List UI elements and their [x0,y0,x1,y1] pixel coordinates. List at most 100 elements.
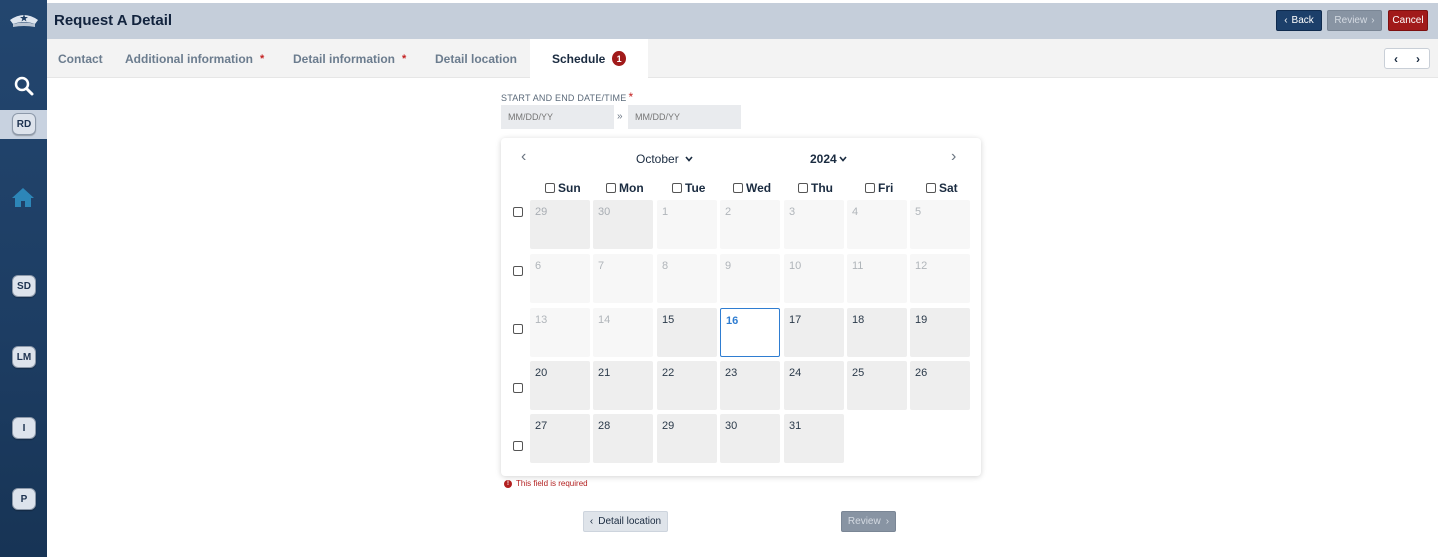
field-error-message: ! This field is required [504,479,588,488]
cancel-button-label: Cancel [1392,15,1424,26]
chevron-left-icon: ‹ [589,516,594,527]
review-button-label: Review [847,516,881,527]
tab-label: Detail location [435,51,518,66]
calendar-day[interactable]: 3 [784,200,844,249]
calendar-day[interactable]: 17 [784,308,844,357]
chevron-left-icon: ‹ [1284,15,1288,26]
calendar-day[interactable]: 31 [784,414,844,463]
cancel-button[interactable]: Cancel [1388,10,1428,31]
tab-detail-location[interactable]: Detail location [435,39,517,78]
sidebar-item-p[interactable]: P [12,488,36,510]
tab-detail-information[interactable]: Detail information * [293,39,406,78]
tab-scroll-right-icon[interactable]: › [1407,49,1429,68]
calendar-day[interactable]: 29 [657,414,717,463]
calendar-day[interactable]: 14 [593,308,653,357]
calendar-day[interactable]: 27 [530,414,590,463]
weekday-header-mon[interactable]: Mon [606,181,644,195]
week-checkbox[interactable] [513,207,523,217]
weekday-label: Fri [878,181,894,195]
back-button[interactable]: ‹ Back [1276,10,1322,31]
weekday-checkbox[interactable] [865,183,875,193]
sidebar-item-i[interactable]: I [12,417,36,439]
calendar-day-today[interactable]: 16 [720,308,780,357]
error-icon: ! [504,479,512,488]
sidebar-item-lm[interactable]: LM [12,346,36,368]
calendar-day[interactable]: 8 [657,254,717,303]
start-date-input[interactable] [501,105,614,129]
tab-contact[interactable]: Contact [58,39,103,78]
prev-month-icon[interactable]: ‹ [521,148,526,166]
weekday-checkbox[interactable] [545,183,555,193]
field-error-text: This field is required [516,479,588,488]
next-month-icon[interactable]: › [951,148,956,166]
week-checkbox[interactable] [513,266,523,276]
tab-scroll-left-icon[interactable]: ‹ [1385,49,1407,68]
search-icon[interactable] [13,75,35,97]
weekday-checkbox[interactable] [672,183,682,193]
calendar-day[interactable]: 15 [657,308,717,357]
calendar-day[interactable]: 18 [847,308,907,357]
calendar-day[interactable]: 19 [910,308,970,357]
calendar-day[interactable]: 6 [530,254,590,303]
calendar-day[interactable]: 11 [847,254,907,303]
required-marker: * [628,90,634,104]
review-button-top[interactable]: Review › [1327,10,1382,31]
calendar-day[interactable]: 9 [720,254,780,303]
weekday-checkbox[interactable] [606,183,616,193]
home-icon[interactable] [11,186,35,208]
tab-bar: Contact Additional information * Detail … [47,39,1438,78]
previous-step-button[interactable]: ‹ Detail location [583,511,668,532]
weekday-label: Tue [685,181,706,195]
error-count-badge: 1 [612,51,626,66]
weekday-checkbox[interactable] [733,183,743,193]
year-select-value: 2024 [810,152,837,166]
sidebar-item-rd[interactable]: RD [12,113,36,135]
calendar-day[interactable]: 23 [720,361,780,410]
calendar-day[interactable]: 28 [593,414,653,463]
police-cap-icon [10,14,38,27]
tab-label: Additional information [125,51,253,66]
calendar-day[interactable]: 30 [593,200,653,249]
tab-additional-information[interactable]: Additional information * [125,39,264,78]
weekday-checkbox[interactable] [798,183,808,193]
calendar-day[interactable]: 4 [847,200,907,249]
year-select[interactable]: 2024 [810,152,847,166]
calendar-day[interactable]: 21 [593,361,653,410]
weekday-header-thu[interactable]: Thu [798,181,833,195]
month-select-value: October [636,152,679,166]
calendar-day[interactable]: 25 [847,361,907,410]
tab-label: Contact [58,51,103,66]
calendar-day[interactable]: 13 [530,308,590,357]
back-button-label: Back [1291,15,1314,26]
calendar-day[interactable]: 2 [720,200,780,249]
month-select[interactable]: October [636,152,693,166]
end-date-input[interactable] [628,105,741,129]
calendar-day[interactable]: 30 [720,414,780,463]
weekday-header-tue[interactable]: Tue [672,181,705,195]
calendar-day[interactable]: 24 [784,361,844,410]
calendar-day[interactable]: 10 [784,254,844,303]
week-checkbox[interactable] [513,441,523,451]
calendar-day[interactable]: 5 [910,200,970,249]
calendar-day[interactable]: 20 [530,361,590,410]
weekday-label: Mon [619,181,644,195]
sidebar-item-sd[interactable]: SD [12,275,36,297]
week-checkbox[interactable] [513,324,523,334]
weekday-header-sun[interactable]: Sun [545,181,581,195]
weekday-header-wed[interactable]: Wed [733,181,771,195]
date-picker-calendar: ‹ October 2024 › Sun Mon Tue Wed Thu Fri… [501,138,981,476]
calendar-day[interactable]: 12 [910,254,970,303]
calendar-day[interactable]: 29 [530,200,590,249]
calendar-day[interactable]: 22 [657,361,717,410]
weekday-header-fri[interactable]: Fri [865,181,893,195]
weekday-header-sat[interactable]: Sat [926,181,958,195]
calendar-day[interactable]: 7 [593,254,653,303]
weekday-checkbox[interactable] [926,183,936,193]
calendar-day[interactable]: 1 [657,200,717,249]
tab-schedule[interactable]: Schedule 1 [530,39,648,78]
calendar-day[interactable]: 26 [910,361,970,410]
week-checkbox[interactable] [513,383,523,393]
review-button-bottom[interactable]: Review › [841,511,896,532]
date-range-label-text: START AND END DATE/TIME [501,93,627,103]
tab-label: Detail information [293,51,396,66]
